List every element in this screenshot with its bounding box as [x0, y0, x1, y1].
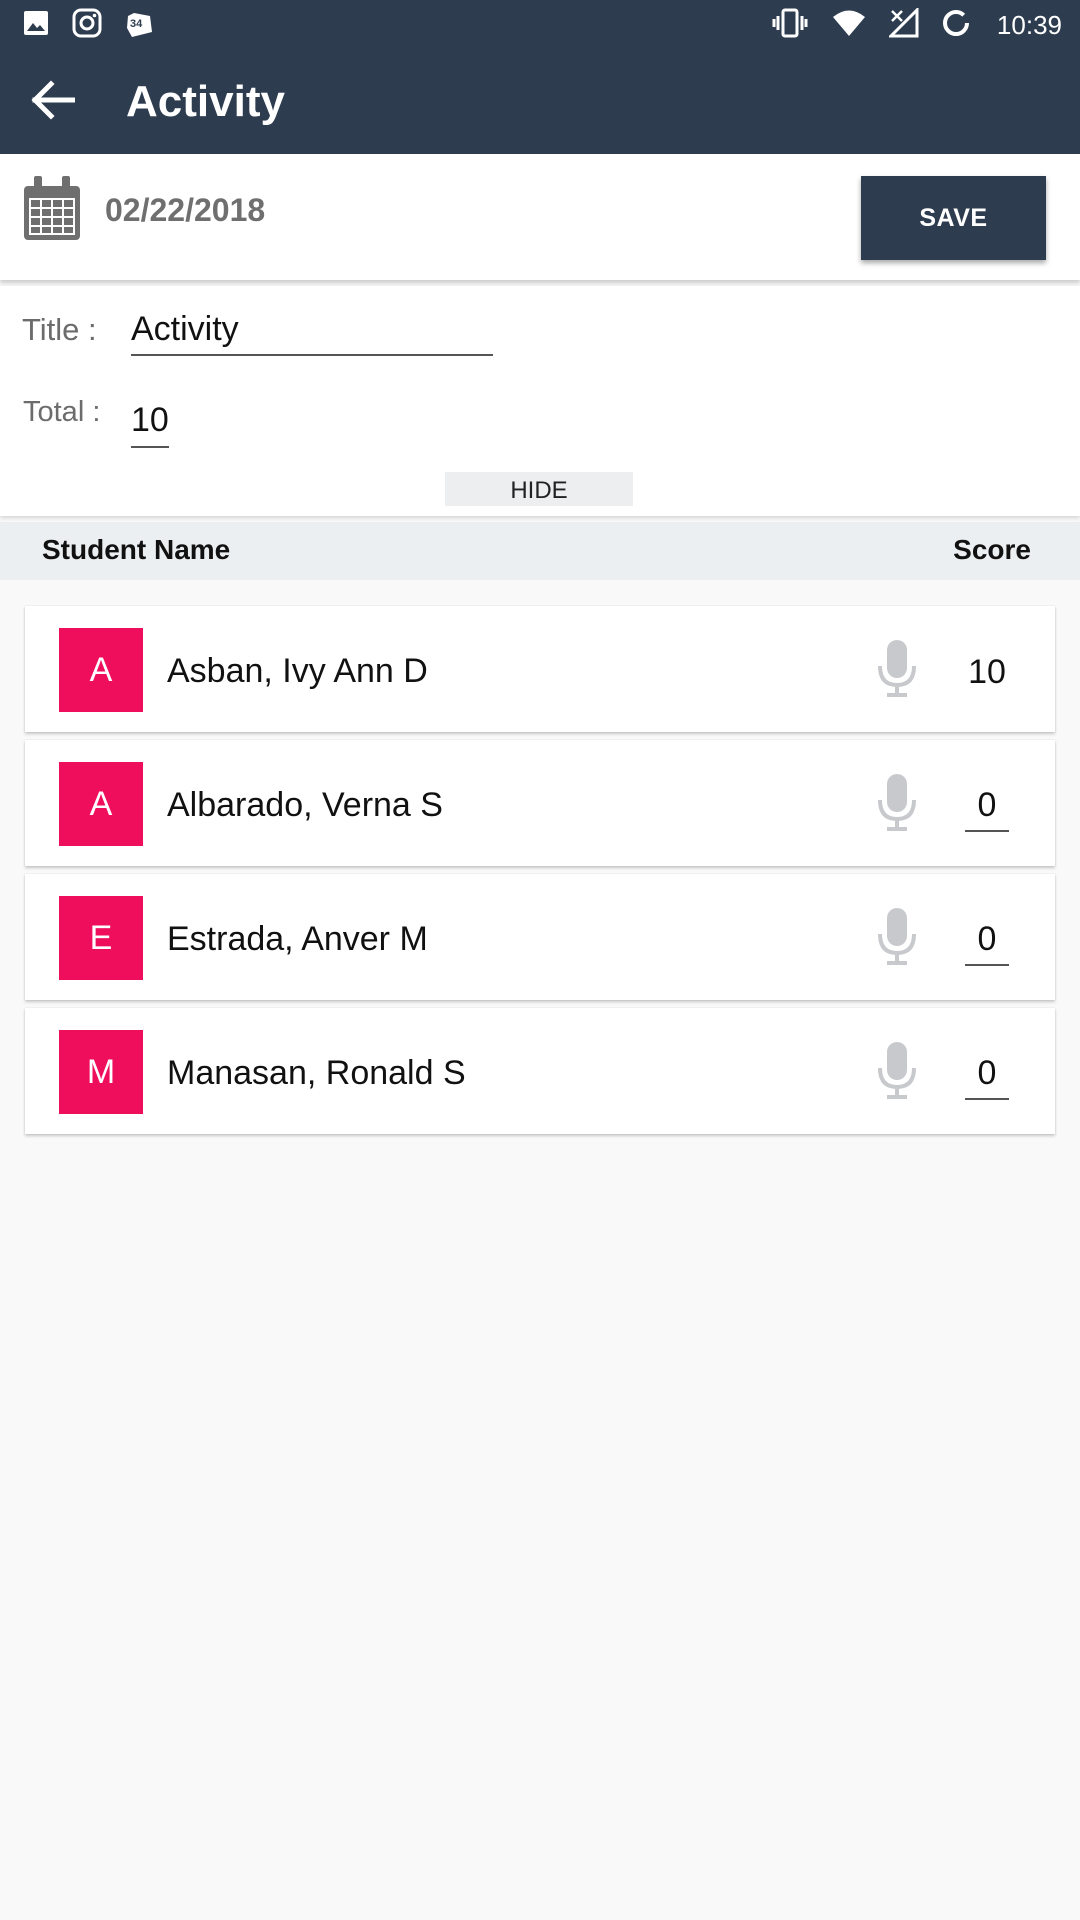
- date-panel: 02/22/2018 SAVE: [0, 154, 1080, 280]
- back-button[interactable]: [0, 50, 104, 154]
- student-row[interactable]: E Estrada, Anver M: [25, 874, 1055, 1000]
- notification-badge-count: 34: [130, 18, 143, 30]
- student-name: Manasan, Ronald S: [167, 1054, 466, 1092]
- date-value[interactable]: 02/22/2018: [105, 192, 265, 229]
- calendar-icon[interactable]: [22, 176, 82, 247]
- title-label: Title :: [22, 312, 97, 347]
- student-row[interactable]: M Manasan, Ronald S: [25, 1008, 1055, 1134]
- arrow-back-icon: [29, 79, 76, 125]
- student-row[interactable]: A Albarado, Verna S: [25, 740, 1055, 866]
- student-name: Asban, Ivy Ann D: [167, 652, 428, 690]
- hide-button[interactable]: HIDE: [445, 472, 633, 506]
- status-bar: 34 10:39: [0, 0, 1080, 50]
- microphone-icon[interactable]: [877, 908, 917, 966]
- title-input[interactable]: [131, 304, 493, 356]
- notification-badge-icon: 34: [124, 10, 154, 40]
- instagram-icon: [72, 8, 102, 43]
- app-bar: Activity: [0, 50, 1080, 154]
- student-row[interactable]: A Asban, Ivy Ann D: [25, 606, 1055, 732]
- microphone-icon[interactable]: [877, 1042, 917, 1100]
- status-time: 10:39: [996, 9, 1062, 40]
- total-input[interactable]: [131, 394, 169, 448]
- score-column-header: Score: [953, 534, 1031, 565]
- total-label: Total :: [23, 396, 101, 428]
- vibrate-icon: [771, 8, 809, 43]
- image-icon: [22, 9, 50, 42]
- student-name-column-header: Student Name: [42, 534, 231, 565]
- score-input[interactable]: [965, 1048, 1009, 1100]
- save-button[interactable]: SAVE: [861, 176, 1046, 260]
- sync-icon: [941, 8, 971, 43]
- student-avatar: A: [59, 762, 143, 846]
- student-avatar: M: [59, 1030, 143, 1114]
- no-signal-icon: [887, 5, 919, 43]
- score-input[interactable]: [965, 646, 1009, 698]
- microphone-icon[interactable]: [877, 774, 917, 832]
- score-input[interactable]: [965, 780, 1009, 832]
- student-avatar: E: [59, 896, 143, 980]
- student-name: Estrada, Anver M: [167, 920, 428, 958]
- activity-form: Title : Total : HIDE: [0, 286, 1080, 516]
- status-left-icons: 34: [22, 8, 154, 43]
- microphone-icon[interactable]: [877, 640, 917, 698]
- student-list-header: Student Name Score: [0, 522, 1080, 580]
- student-avatar: A: [59, 628, 143, 712]
- page-title: Activity: [126, 77, 285, 126]
- student-name: Albarado, Verna S: [167, 786, 443, 824]
- status-right-icons: 10:39: [771, 5, 1062, 43]
- score-input[interactable]: [965, 914, 1009, 966]
- wifi-icon: [831, 8, 867, 43]
